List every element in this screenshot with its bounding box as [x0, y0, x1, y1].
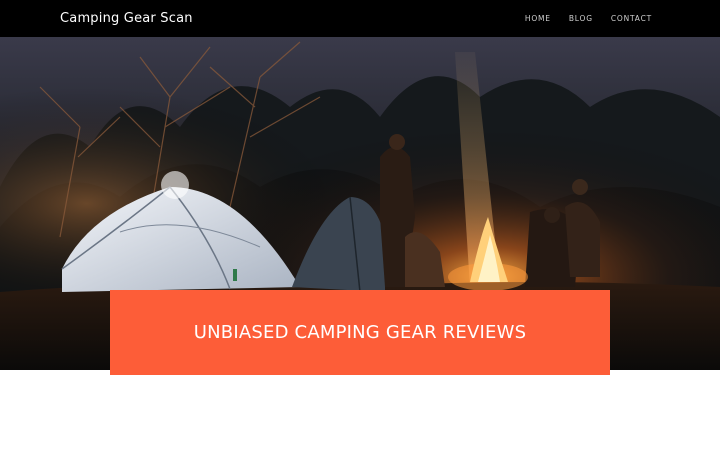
nav-link-contact[interactable]: CONTACT	[611, 14, 652, 23]
hero-headline: UNBIASED CAMPING GEAR REVIEWS	[193, 322, 527, 343]
nav-links: HOME BLOG CONTACT	[525, 14, 652, 23]
headline-banner: UNBIASED CAMPING GEAR REVIEWS	[110, 290, 610, 375]
nav-link-home[interactable]: HOME	[525, 14, 551, 23]
brand-logo-link[interactable]: Camping Gear Scan	[60, 11, 193, 26]
content-area	[0, 375, 720, 450]
nav-link-blog[interactable]: BLOG	[569, 14, 593, 23]
navbar: Camping Gear Scan HOME BLOG CONTACT	[0, 0, 720, 37]
